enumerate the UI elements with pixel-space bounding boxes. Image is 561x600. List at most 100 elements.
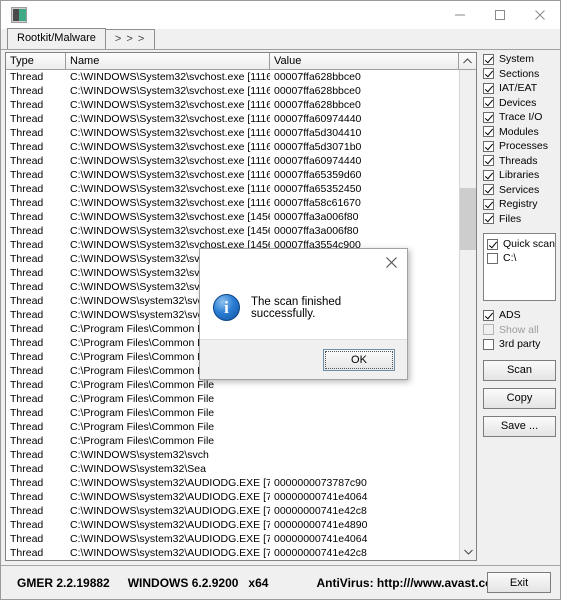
cell-name: C:\WINDOWS\system32\AUDIODG.EXE [7048:..… — [70, 547, 270, 559]
table-row[interactable]: Thread C:\WINDOWS\System32\svchost.exe [1… — [6, 154, 459, 168]
ok-button[interactable]: OK — [323, 348, 395, 371]
tab-more[interactable]: > > > — [104, 29, 156, 49]
checkbox-label: Modules — [499, 125, 539, 138]
scan-target-box: Quick scan C:\ — [483, 233, 556, 301]
cell-name: C:\WINDOWS\system32\AUDIODG.EXE [7048:..… — [70, 491, 270, 503]
table-row[interactable]: Thread C:\WINDOWS\system32\AUDIODG.EXE [7… — [6, 476, 459, 490]
exit-button[interactable]: Exit — [487, 572, 551, 593]
table-row[interactable]: Thread C:\WINDOWS\System32\svchost.exe [1… — [6, 98, 459, 112]
table-row[interactable]: Thread C:\Program Files\Common File — [6, 392, 459, 406]
table-row[interactable]: Thread C:\Program Files\Common File — [6, 406, 459, 420]
option-devices[interactable]: Devices — [483, 96, 556, 111]
option-trace-i-o[interactable]: Trace I/O — [483, 110, 556, 125]
option-3rd-party[interactable]: 3rd party — [483, 337, 556, 352]
checkbox-label: System — [499, 53, 535, 66]
cell-type: Thread — [10, 239, 44, 251]
option-threads[interactable]: Threads — [483, 154, 556, 169]
cell-value: 00000000741e42c8 — [274, 505, 367, 517]
cell-value — [270, 378, 459, 392]
cell-type: Thread — [10, 421, 44, 433]
table-row[interactable]: Thread C:\WINDOWS\System32\svchost.exe [1… — [6, 168, 459, 182]
checkbox-label: Files — [499, 212, 522, 225]
option-registry[interactable]: Registry — [483, 197, 556, 212]
option-iat-eat[interactable]: IAT/EAT — [483, 81, 556, 96]
scan-target-c[interactable]: C:\ — [487, 251, 553, 265]
cell-name: C:\WINDOWS\system32\Sea — [70, 463, 206, 475]
table-row[interactable]: Thread C:\WINDOWS\System32\svchost.exe [1… — [6, 210, 459, 224]
option-system[interactable]: System — [483, 52, 556, 67]
checkbox-label: Processes — [499, 140, 549, 153]
table-row[interactable]: Thread C:\WINDOWS\System32\svchost.exe [1… — [6, 126, 459, 140]
cell-name: C:\WINDOWS\System32\svchost.exe [1116:20… — [70, 99, 270, 111]
checkbox-label: ADS — [499, 309, 521, 322]
cell-value — [270, 448, 459, 462]
cell-name: C:\WINDOWS\system32\AUDIODG.EXE [7048:..… — [70, 477, 270, 489]
table-row[interactable]: Thread C:\Program Files\Common File — [6, 378, 459, 392]
option-sections[interactable]: Sections — [483, 67, 556, 82]
scrollbar-thumb[interactable] — [460, 188, 476, 250]
dialog-close-icon[interactable] — [375, 250, 407, 276]
cell-name: C:\Program Files\Common File — [70, 379, 215, 391]
cell-value: 00007ffa65359d60 — [274, 169, 362, 181]
maximize-button[interactable] — [480, 1, 520, 29]
scrollbar-track[interactable] — [460, 70, 476, 543]
checkbox-icon — [483, 155, 494, 167]
table-row[interactable]: Thread C:\WINDOWS\System32\svchost.exe [1… — [6, 224, 459, 238]
column-header-type[interactable]: Type — [6, 53, 66, 69]
table-row[interactable]: Thread C:\Program Files\Common File — [6, 434, 459, 448]
table-row[interactable]: Thread C:\WINDOWS\System32\svchost.exe [1… — [6, 112, 459, 126]
table-row[interactable]: Thread C:\WINDOWS\system32\Sea — [6, 462, 459, 476]
table-row[interactable]: Thread C:\WINDOWS\system32\AUDIODG.EXE [7… — [6, 518, 459, 532]
cell-value: 00007ffa3a006f80 — [274, 225, 359, 237]
table-row[interactable]: Thread C:\WINDOWS\System32\svchost.exe [1… — [6, 140, 459, 154]
column-header-name[interactable]: Name — [66, 53, 270, 69]
cell-value: 00007ffa628bbce0 — [274, 85, 361, 97]
option-ads[interactable]: ADS — [483, 308, 556, 323]
checkbox-label: Registry — [499, 198, 538, 211]
checkbox-label: Services — [499, 183, 540, 196]
table-row[interactable]: Thread C:\Program Files\Common File — [6, 420, 459, 434]
list-vertical-scrollbar[interactable] — [459, 70, 476, 560]
checkbox-label: C:\ — [503, 252, 517, 264]
table-row[interactable]: Thread C:\WINDOWS\System32\svchost.exe [1… — [6, 182, 459, 196]
status-bar: GMER 2.2.19882 WINDOWS 6.2.9200 x64 Anti… — [1, 565, 560, 599]
column-header-value[interactable]: Value — [270, 53, 459, 69]
table-row[interactable]: Thread C:\WINDOWS\System32\svchost.exe [1… — [6, 196, 459, 210]
table-row[interactable]: Thread C:\WINDOWS\system32\AUDIODG.EXE [7… — [6, 546, 459, 560]
option-modules[interactable]: Modules — [483, 125, 556, 140]
cell-type: Thread — [10, 351, 44, 363]
cell-type: Thread — [10, 449, 44, 461]
close-button[interactable] — [520, 1, 560, 29]
checkbox-label: Sections — [499, 67, 540, 80]
cell-type: Thread — [10, 281, 44, 293]
scroll-down-arrow-icon[interactable] — [460, 543, 476, 560]
option-services[interactable]: Services — [483, 183, 556, 198]
table-row[interactable]: Thread C:\WINDOWS\system32\svch — [6, 448, 459, 462]
cell-name: C:\WINDOWS\System32\svchost.exe [1116:17… — [70, 85, 270, 97]
scan-targets-group: Quick scan C:\ — [487, 237, 555, 265]
scan-button[interactable]: Scan — [483, 359, 556, 381]
option-processes[interactable]: Processes — [483, 139, 556, 154]
cell-type: Thread — [10, 519, 44, 531]
option-libraries[interactable]: Libraries — [483, 168, 556, 183]
cell-name: C:\WINDOWS\System32\svchost.exe [1116:55… — [70, 169, 270, 181]
tab-strip: Rootkit/Malware > > > — [1, 28, 560, 50]
checkbox-icon — [483, 169, 494, 181]
table-row[interactable]: Thread C:\WINDOWS\system32\AUDIODG.EXE [7… — [6, 490, 459, 504]
cell-value — [270, 406, 459, 420]
scroll-up-arrow-icon[interactable] — [459, 53, 476, 69]
table-row[interactable]: Thread C:\WINDOWS\system32\AUDIODG.EXE [7… — [6, 504, 459, 518]
option-files[interactable]: Files — [483, 212, 556, 227]
table-row[interactable]: Thread C:\WINDOWS\system32\AUDIODG.EXE [7… — [6, 532, 459, 546]
cell-type: Thread — [10, 211, 44, 223]
save-button[interactable]: Save ... — [483, 415, 556, 437]
cell-type: Thread — [10, 225, 44, 237]
tab-rootkit-malware[interactable]: Rootkit/Malware — [7, 28, 106, 49]
dialog-title-bar — [200, 249, 407, 276]
minimize-button[interactable] — [440, 1, 480, 29]
table-row[interactable]: Thread C:\WINDOWS\System32\svchost.exe [1… — [6, 70, 459, 84]
copy-button[interactable]: Copy — [483, 387, 556, 409]
cell-value: 00007ffa5d304410 — [274, 127, 362, 139]
table-row[interactable]: Thread C:\WINDOWS\System32\svchost.exe [1… — [6, 84, 459, 98]
scan-target-quick-scan[interactable]: Quick scan — [487, 237, 555, 251]
